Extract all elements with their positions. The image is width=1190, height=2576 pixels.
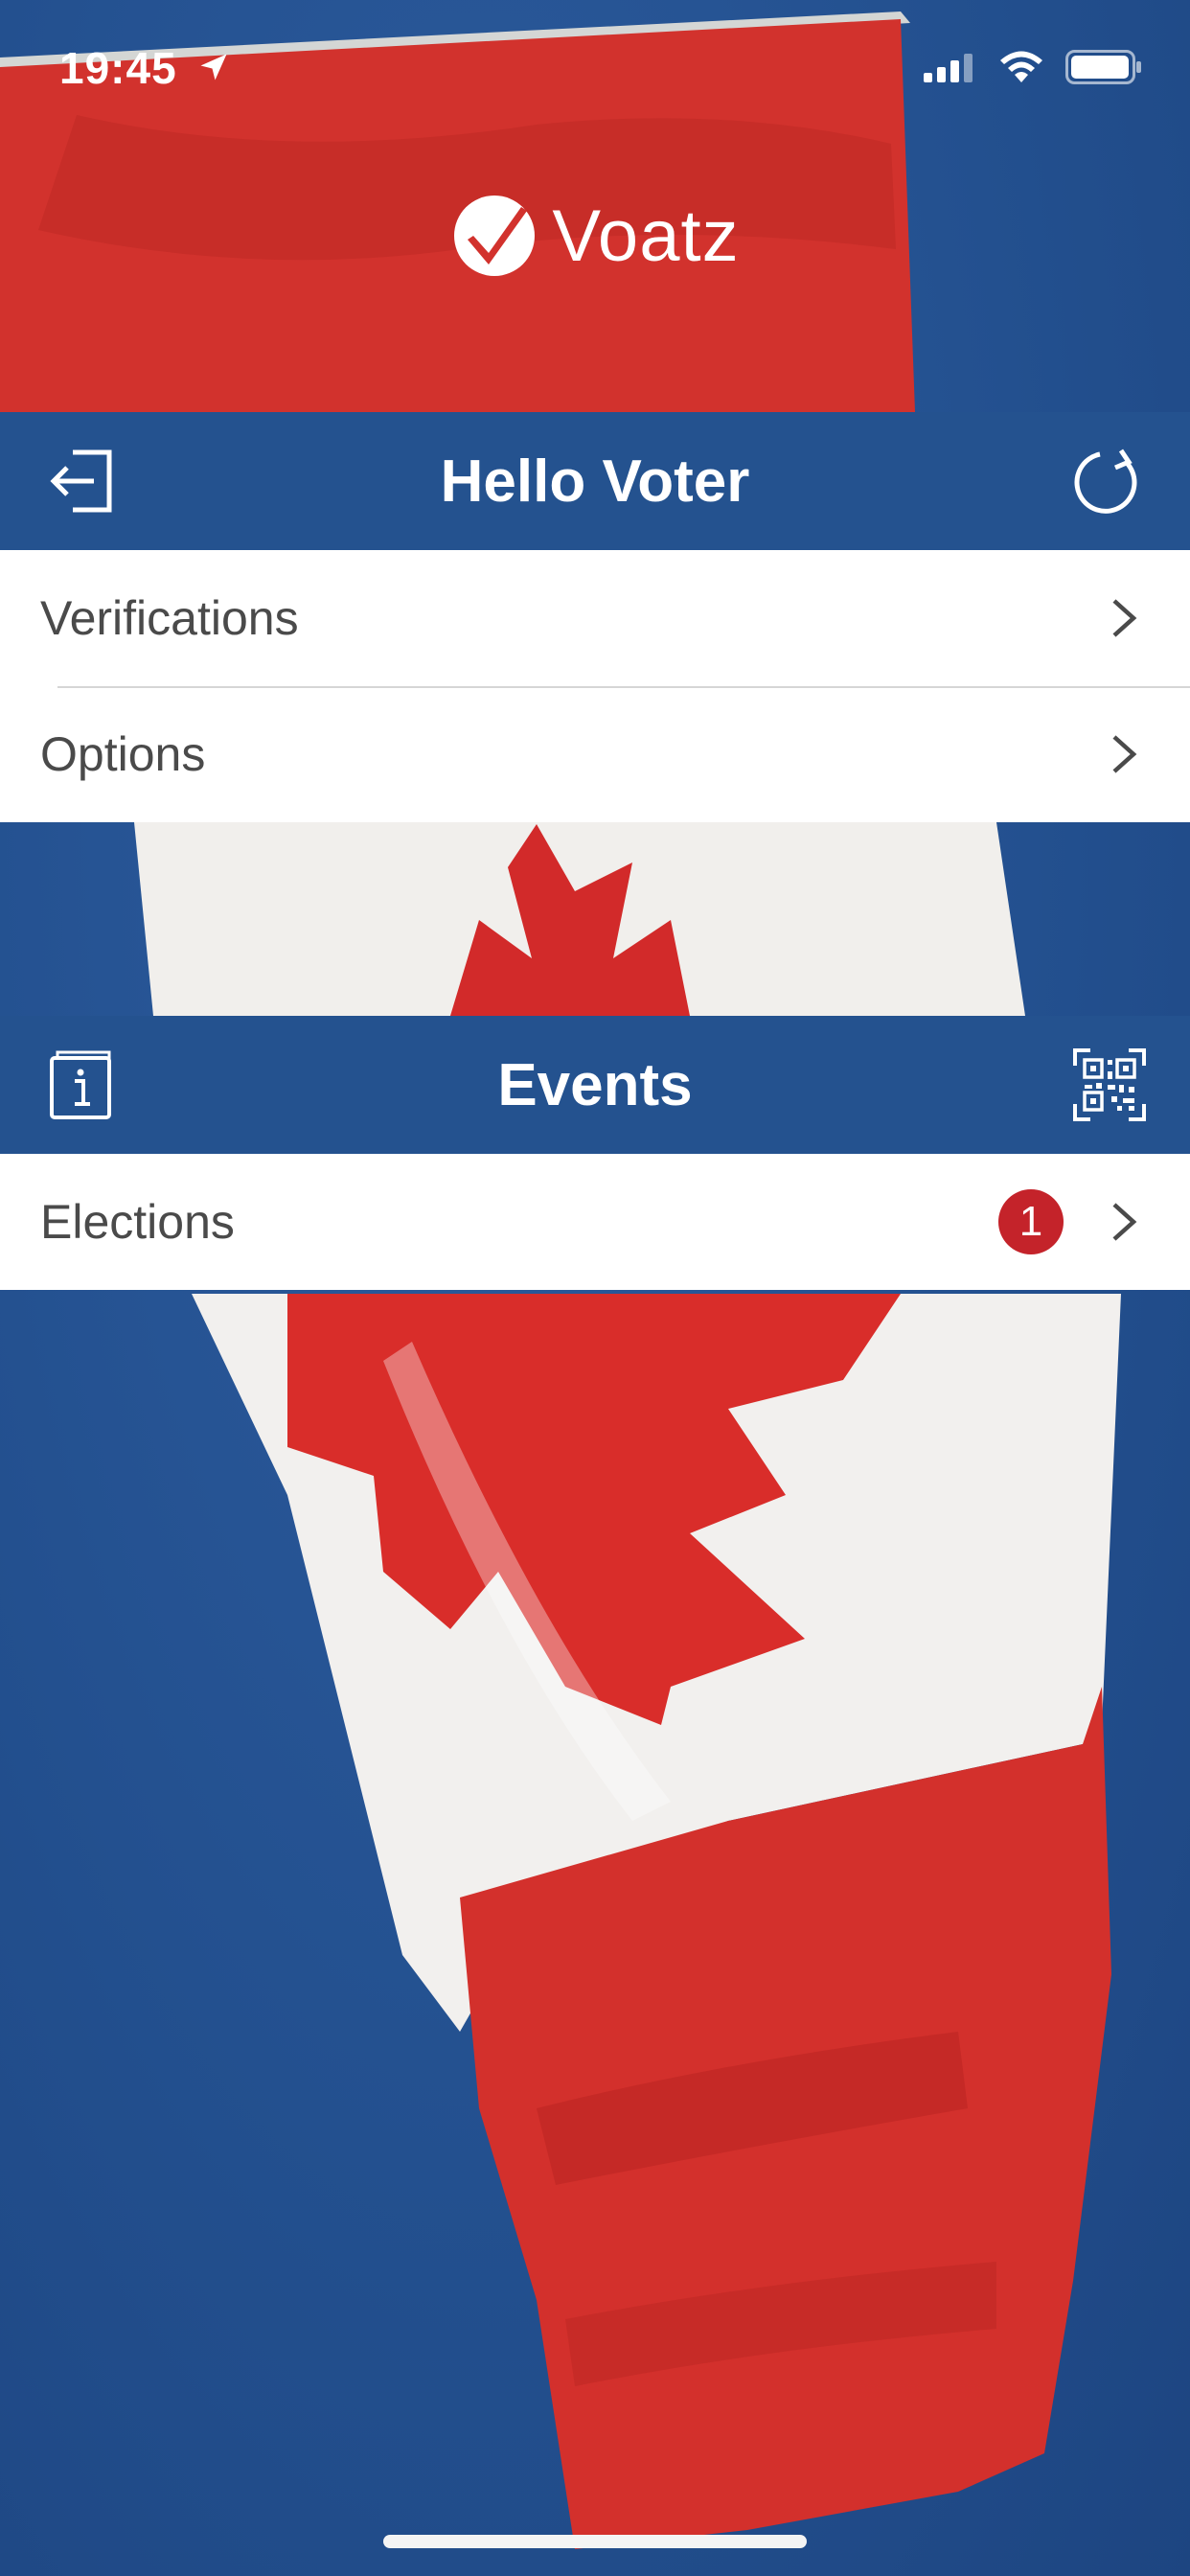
- events-title: Events: [497, 1051, 693, 1118]
- info-book-icon: [50, 1050, 111, 1119]
- list-item-elections[interactable]: Elections 1: [0, 1154, 1190, 1290]
- home-indicator[interactable]: [383, 2535, 807, 2548]
- notification-badge: 1: [998, 1189, 1064, 1254]
- checkmark-circle-icon: [454, 196, 536, 276]
- list-item-verifications[interactable]: Verifications: [0, 550, 1190, 686]
- status-bar: 19:45: [0, 0, 1190, 144]
- chevron-right-icon: [1112, 599, 1137, 637]
- voatz-logo: Voatz: [0, 192, 1190, 280]
- list-item-label: Options: [40, 727, 206, 781]
- refresh-button[interactable]: [1041, 412, 1179, 550]
- battery-icon: [1065, 50, 1141, 84]
- list-item-label: Verifications: [40, 591, 299, 645]
- logout-button[interactable]: [11, 412, 149, 550]
- chevron-right-icon: [1112, 1203, 1137, 1241]
- list-item-options[interactable]: Options: [0, 686, 1190, 822]
- events-list: Elections 1: [0, 1154, 1190, 1290]
- refresh-icon: [1074, 448, 1137, 514]
- cellular-signal-icon: [924, 54, 973, 82]
- list-item-label: Elections: [40, 1195, 235, 1249]
- logout-icon: [50, 449, 112, 513]
- wifi-icon: [1000, 51, 1042, 82]
- chevron-right-icon: [1112, 735, 1137, 773]
- events-header: Events: [0, 1016, 1190, 1154]
- qr-scan-button[interactable]: [1041, 1016, 1179, 1154]
- logo-text: Voatz: [552, 195, 740, 277]
- status-icons: [924, 50, 1142, 84]
- location-arrow-icon: [200, 54, 227, 80]
- account-header: Hello Voter: [0, 412, 1190, 550]
- account-title: Hello Voter: [440, 448, 750, 515]
- status-time: 19:45: [59, 43, 177, 93]
- info-button[interactable]: [11, 1016, 149, 1154]
- qr-code-icon: [1073, 1048, 1146, 1121]
- account-list: Verifications Options: [0, 550, 1190, 822]
